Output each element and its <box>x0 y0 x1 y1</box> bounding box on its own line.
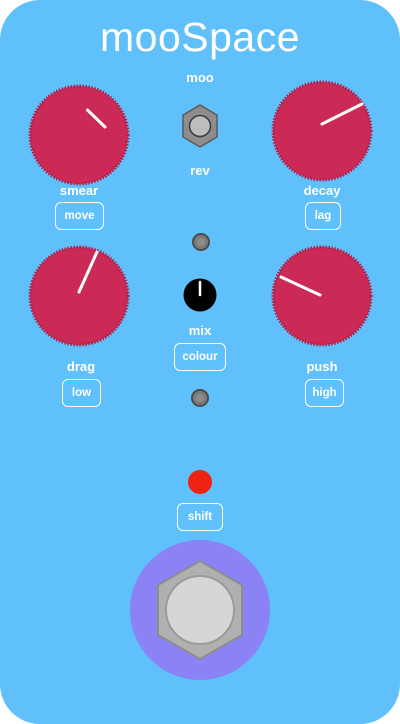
toggle-bottom-label: rev <box>190 163 210 178</box>
colour-button[interactable]: colour <box>174 343 226 371</box>
push-knob[interactable] <box>271 245 373 347</box>
move-button[interactable]: move <box>55 202 104 230</box>
drag-knob[interactable] <box>28 245 130 347</box>
decay-knob[interactable] <box>271 80 373 182</box>
jack-top <box>192 233 210 251</box>
low-button[interactable]: low <box>62 379 101 407</box>
pedal-body: mooSpace moo rev smear move decay lag dr… <box>0 0 400 724</box>
hexagon-toggle-icon[interactable] <box>180 104 220 148</box>
led-icon <box>188 470 212 494</box>
app-title: mooSpace <box>99 14 300 60</box>
mix-label: mix <box>188 323 212 338</box>
high-button[interactable]: high <box>305 379 344 407</box>
shift-button[interactable]: shift <box>177 503 223 531</box>
lag-button[interactable]: lag <box>305 202 341 230</box>
hexagon-footswitch-icon[interactable] <box>130 540 270 680</box>
jack-bottom <box>191 389 209 407</box>
smear-knob[interactable] <box>28 84 130 186</box>
mix-knob[interactable] <box>183 276 217 314</box>
decay-label: decay <box>303 183 341 198</box>
push-label: push <box>306 359 338 374</box>
drag-label: drag <box>66 359 96 374</box>
toggle-top-label: moo <box>186 70 214 85</box>
smear-label: smear <box>59 183 99 198</box>
